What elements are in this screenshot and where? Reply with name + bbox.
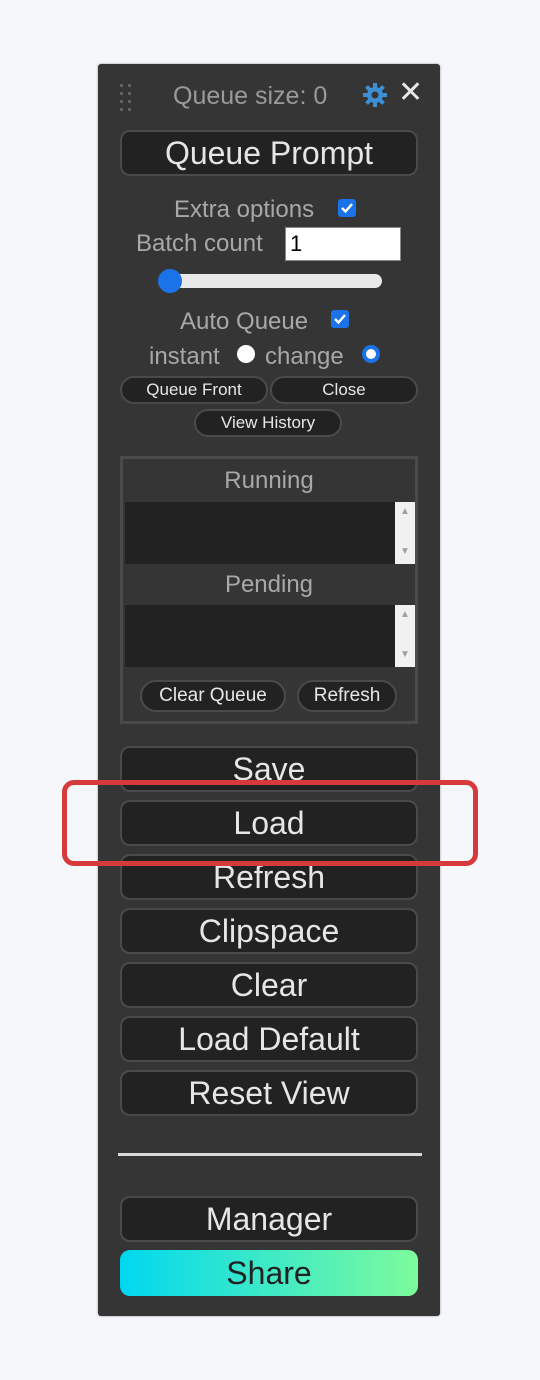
pending-list bbox=[125, 605, 395, 667]
auto-queue-label: Auto Queue bbox=[180, 308, 309, 335]
load-default-button[interactable]: Load Default bbox=[120, 1016, 418, 1062]
divider bbox=[118, 1153, 422, 1156]
queue-front-button[interactable]: Queue Front bbox=[120, 376, 268, 404]
clear-queue-button[interactable]: Clear Queue bbox=[140, 680, 286, 712]
drag-handle-icon[interactable] bbox=[120, 84, 134, 111]
extra-options-label: Extra options bbox=[174, 196, 315, 223]
scroll-down-icon[interactable]: ▼ bbox=[400, 546, 410, 557]
refresh-queue-button[interactable]: Refresh bbox=[297, 680, 397, 712]
batch-count-input[interactable] bbox=[285, 227, 401, 261]
scroll-up-icon[interactable]: ▲ bbox=[400, 609, 410, 620]
scroll-up-icon[interactable]: ▲ bbox=[400, 506, 410, 517]
share-button[interactable]: Share bbox=[120, 1250, 418, 1296]
close-icon[interactable]: ✕ bbox=[398, 78, 423, 108]
queue-panel: Queue size: 0 ✕ Queue Prompt Extra optio… bbox=[98, 64, 440, 1316]
queue-prompt-button[interactable]: Queue Prompt bbox=[120, 130, 418, 176]
clear-button[interactable]: Clear bbox=[120, 962, 418, 1008]
batch-count-label: Batch count bbox=[136, 230, 263, 257]
batch-count-slider[interactable] bbox=[168, 274, 382, 288]
change-label: change bbox=[265, 343, 344, 370]
change-radio[interactable] bbox=[362, 345, 380, 363]
clipspace-button[interactable]: Clipspace bbox=[120, 908, 418, 954]
load-highlight-box bbox=[62, 780, 478, 866]
close-button[interactable]: Close bbox=[270, 376, 418, 404]
reset-view-button[interactable]: Reset View bbox=[120, 1070, 418, 1116]
extra-options-checkbox[interactable] bbox=[338, 199, 356, 217]
queue-size-label: Queue size: 0 bbox=[173, 82, 328, 110]
scroll-down-icon[interactable]: ▼ bbox=[400, 649, 410, 660]
pending-scrollbar[interactable]: ▲ ▼ bbox=[395, 605, 415, 667]
queue-box: Running ▲ ▼ Pending ▲ ▼ Clear Queue Refr… bbox=[120, 456, 418, 724]
view-history-button[interactable]: View History bbox=[194, 409, 342, 437]
auto-queue-checkbox[interactable] bbox=[331, 310, 349, 328]
running-heading: Running bbox=[224, 467, 314, 494]
instant-label: instant bbox=[149, 343, 220, 370]
running-list bbox=[125, 502, 395, 564]
slider-thumb[interactable] bbox=[158, 269, 182, 293]
gear-icon[interactable] bbox=[362, 82, 388, 108]
running-scrollbar[interactable]: ▲ ▼ bbox=[395, 502, 415, 564]
manager-button[interactable]: Manager bbox=[120, 1196, 418, 1242]
instant-radio[interactable] bbox=[237, 345, 255, 363]
pending-heading: Pending bbox=[224, 571, 314, 598]
